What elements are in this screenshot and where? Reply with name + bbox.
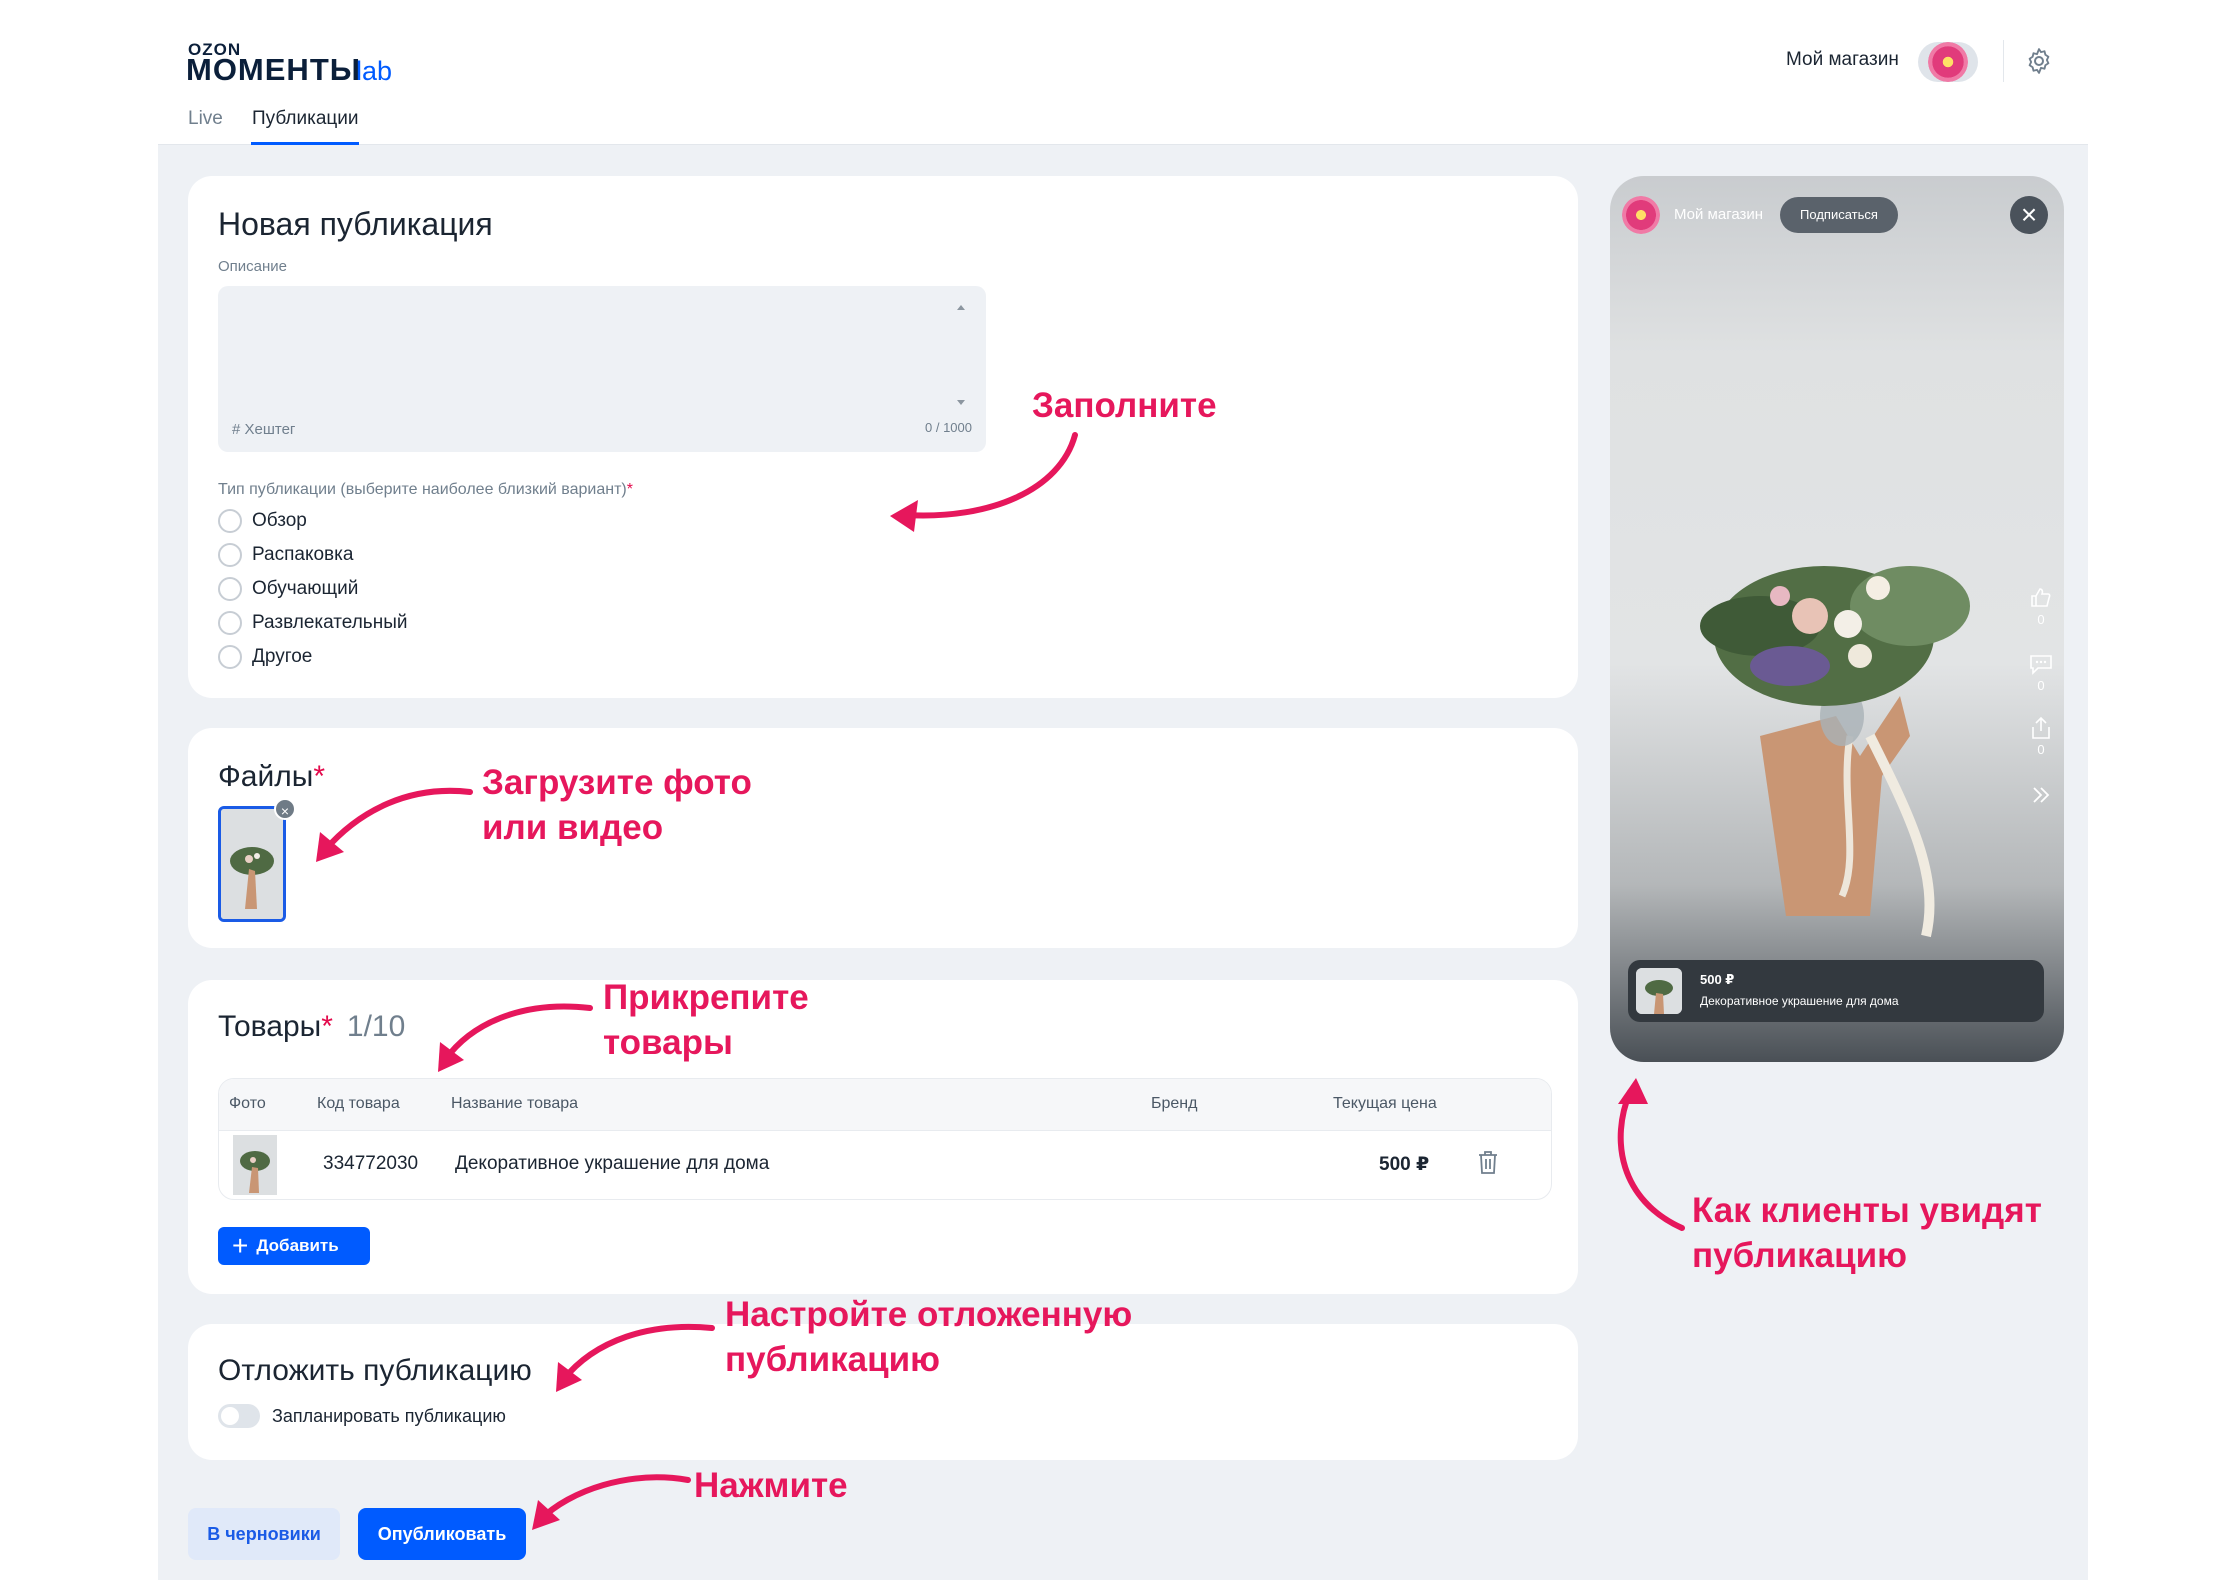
arrow-schedule: [560, 1323, 715, 1383]
arrow-preview: [1617, 1089, 1685, 1231]
annotation-arrows: [316, 432, 1685, 1530]
annotation-preview-line2: публикацию: [1692, 1236, 1908, 1275]
annotation-press: Нажмите: [694, 1466, 848, 1505]
annotation-schedule-line2: публикацию: [725, 1340, 941, 1379]
arrow-fill: [902, 432, 1078, 519]
annotation-upload-line2: или видео: [482, 808, 664, 847]
annotation-fill: Заполните: [1032, 386, 1217, 425]
annotation-upload-line1: Загрузите фото: [482, 763, 752, 802]
arrow-upload: [322, 787, 473, 853]
arrow-products: [442, 1003, 593, 1063]
annotation-attach-line2: товары: [603, 1023, 733, 1062]
annotation-preview-line1: Как клиенты увидят: [1692, 1191, 2042, 1230]
annotation-attach-line1: Прикрепите: [603, 978, 809, 1017]
annotation-schedule-line1: Настройте отложенную: [725, 1295, 1133, 1334]
arrow-publish: [537, 1474, 691, 1523]
arrowhead: [1618, 1078, 1648, 1104]
arrowhead: [890, 500, 918, 532]
